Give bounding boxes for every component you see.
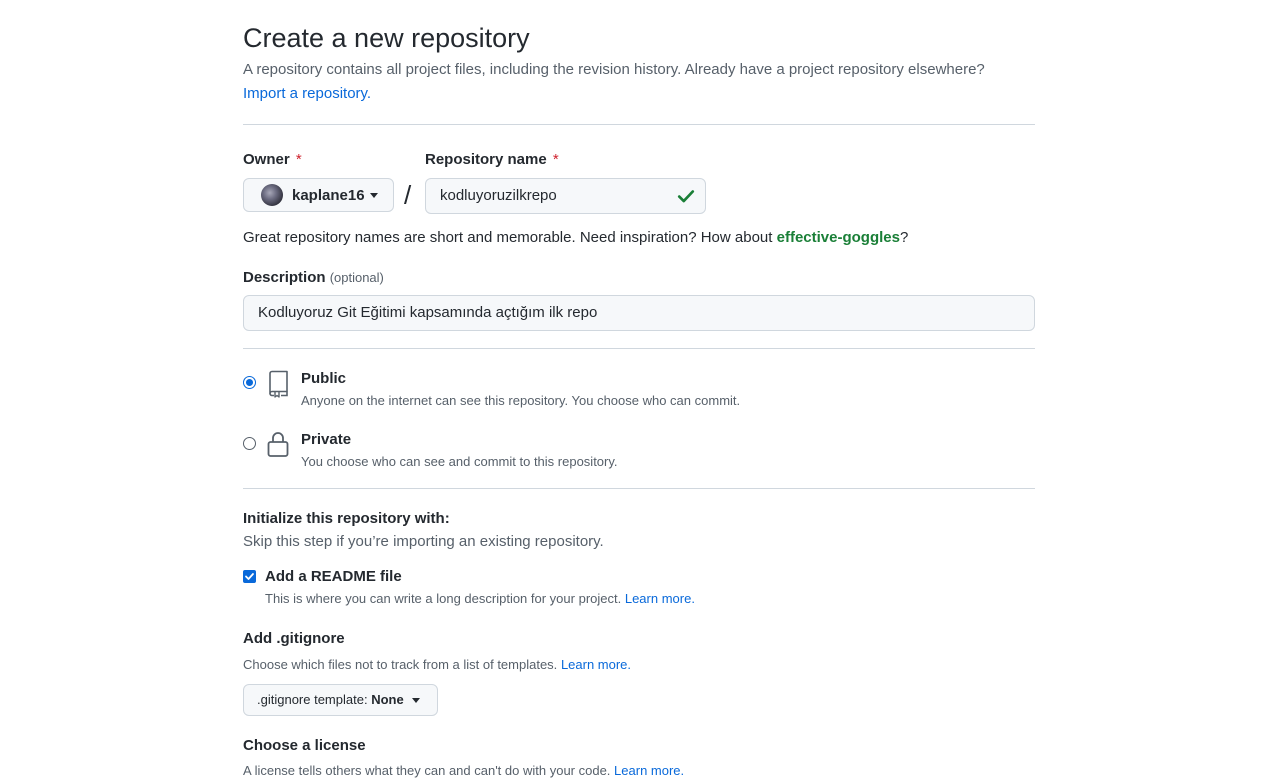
required-mark: * bbox=[295, 151, 302, 168]
description-label: Description (optional) bbox=[243, 268, 384, 288]
name-suggestion-link[interactable]: effective-goggles bbox=[777, 229, 900, 246]
check-icon bbox=[677, 190, 695, 203]
owner-repo-separator: / bbox=[404, 180, 412, 210]
caret-down-icon bbox=[412, 698, 421, 704]
optional-tag: (optional) bbox=[329, 270, 384, 285]
repository-name-label-text: Repository name bbox=[425, 151, 547, 168]
initialize-subtitle: Skip this step if you’re importing an ex… bbox=[243, 533, 604, 550]
readme-description-text: This is where you can write a long descr… bbox=[265, 591, 622, 606]
subtitle-text: A repository contains all project files,… bbox=[243, 61, 985, 78]
readme-checkbox[interactable] bbox=[243, 570, 256, 583]
readme-description: This is where you can write a long descr… bbox=[265, 590, 695, 608]
private-option-title: Private bbox=[301, 431, 352, 448]
gitignore-title: Add .gitignore bbox=[243, 630, 345, 647]
gitignore-select-value: None bbox=[371, 692, 404, 707]
private-option-description: You choose who can see and commit to thi… bbox=[301, 454, 618, 469]
gitignore-select-prefix: .gitignore template: bbox=[257, 692, 368, 707]
owner-value: kaplane16 bbox=[292, 186, 365, 204]
description-input[interactable]: Kodluyoruz Git Eğitimi kapsamında açtığı… bbox=[243, 295, 1035, 331]
divider bbox=[243, 348, 1035, 349]
gitignore-template-select[interactable]: .gitignore template: None bbox=[243, 684, 438, 716]
required-mark: * bbox=[552, 151, 559, 168]
import-repository-link[interactable]: Import a repository. bbox=[243, 85, 371, 102]
caret-down-icon bbox=[369, 192, 378, 198]
description-label-text: Description bbox=[243, 269, 326, 286]
public-radio[interactable] bbox=[243, 376, 256, 389]
license-description: A license tells others what they can and… bbox=[243, 762, 684, 780]
name-hint-suffix: ? bbox=[899, 229, 909, 246]
lock-icon bbox=[267, 432, 289, 457]
public-option-title: Public bbox=[301, 370, 347, 387]
repository-name-value: kodluyoruzilkrepo bbox=[440, 187, 557, 204]
license-title: Choose a license bbox=[243, 737, 366, 754]
private-radio[interactable] bbox=[243, 437, 256, 450]
repo-icon bbox=[269, 370, 288, 398]
gitignore-description: Choose which files not to track from a l… bbox=[243, 656, 631, 674]
description-value: Kodluyoruz Git Eğitimi kapsamında açtığı… bbox=[258, 304, 598, 321]
gitignore-learn-more-link[interactable]: Learn more. bbox=[561, 657, 631, 672]
public-option-description: Anyone on the internet can see this repo… bbox=[301, 393, 741, 408]
repository-name-input[interactable]: kodluyoruzilkrepo bbox=[425, 178, 706, 214]
owner-label-text: Owner bbox=[243, 151, 290, 168]
initialize-title: Initialize this repository with: bbox=[243, 510, 450, 527]
name-hint-text: Great repository names are short and mem… bbox=[243, 229, 777, 246]
checkmark-icon bbox=[245, 573, 254, 580]
license-learn-more-link[interactable]: Learn more. bbox=[614, 763, 684, 778]
page-title: Create a new repository bbox=[243, 23, 530, 53]
owner-label: Owner * bbox=[243, 150, 302, 170]
repository-name-label: Repository name * bbox=[425, 150, 559, 170]
divider bbox=[243, 488, 1035, 489]
gitignore-description-text: Choose which files not to track from a l… bbox=[243, 657, 558, 672]
owner-select-button[interactable]: kaplane16 bbox=[243, 178, 394, 212]
page-subtitle: A repository contains all project files,… bbox=[243, 58, 1035, 106]
divider bbox=[243, 124, 1035, 125]
avatar bbox=[261, 184, 283, 206]
license-description-text: A license tells others what they can and… bbox=[243, 763, 611, 778]
readme-learn-more-link[interactable]: Learn more. bbox=[625, 591, 695, 606]
name-hint: Great repository names are short and mem… bbox=[243, 228, 908, 248]
readme-label[interactable]: Add a README file bbox=[265, 567, 402, 587]
